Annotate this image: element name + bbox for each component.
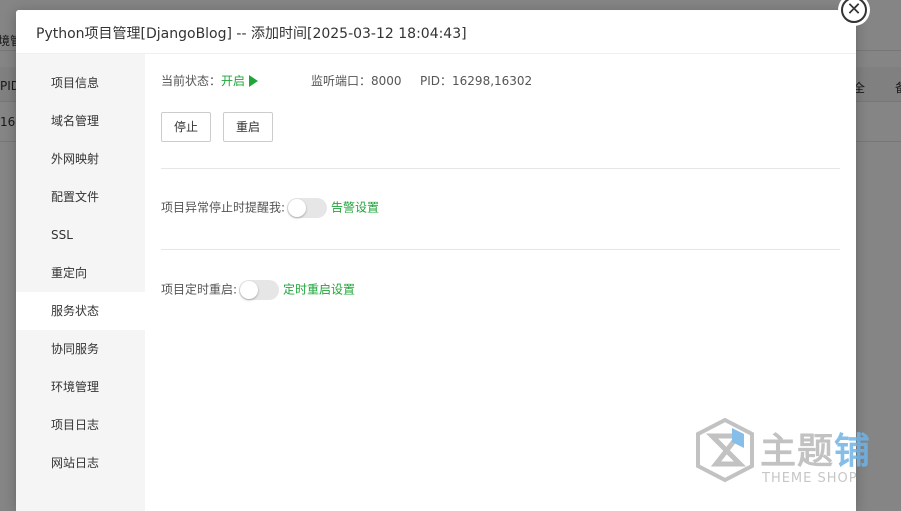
dialog-titlebar: Python项目管理[DjangoBlog] -- 添加时间[2025-03-1… (16, 10, 856, 54)
alert-settings-link[interactable]: 告警设置 (331, 201, 379, 215)
watermark-cn-blue: 铺 (834, 431, 872, 472)
sidebar-item-redirect[interactable]: 重定向 (16, 254, 145, 292)
status-label: 当前状态： (161, 74, 222, 88)
status-value: 开启 (221, 74, 246, 88)
schedule-row: 项目定时重启: 定时重启设置 (161, 280, 355, 300)
status-row: 当前状态：开启 (161, 72, 259, 89)
restart-button[interactable]: 重启 (223, 112, 273, 142)
sidebar-item-service-status[interactable]: 服务状态 (16, 292, 145, 330)
sidebar-item-external-mapping[interactable]: 外网映射 (16, 140, 145, 178)
pid-row: PID：16298,16302 (420, 72, 532, 89)
watermark-cn-gray: 主题 (760, 431, 835, 472)
section-divider (161, 249, 840, 250)
play-icon (249, 75, 259, 87)
alert-toggle[interactable] (287, 198, 328, 218)
schedule-settings-link[interactable]: 定时重启设置 (283, 283, 355, 297)
dialog-sidebar: 项目信息 域名管理 外网映射 配置文件 SSL 重定向 服务状态 协同服务 环境… (16, 54, 145, 511)
pid-value: 16298,16302 (452, 74, 533, 88)
sidebar-item-project-log[interactable]: 项目日志 (16, 406, 145, 444)
sidebar-item-ssl[interactable]: SSL (16, 216, 145, 254)
schedule-restart-toggle[interactable] (239, 280, 280, 300)
sidebar-item-collab-service[interactable]: 协同服务 (16, 330, 145, 368)
watermark: 主题铺 THEME SHOP (694, 418, 884, 488)
toggle-knob (240, 281, 259, 299)
watermark-logo-icon (696, 418, 754, 483)
port-value: 8000 (371, 74, 402, 88)
watermark-brand-en: THEME SHOP (762, 471, 858, 486)
watermark-brand-cn: 主题铺 (760, 422, 871, 474)
sidebar-item-project-info[interactable]: 项目信息 (16, 64, 145, 102)
sidebar-item-config-file[interactable]: 配置文件 (16, 178, 145, 216)
port-row: 监听端口：8000 (311, 72, 402, 89)
stop-button[interactable]: 停止 (161, 112, 211, 142)
alert-row: 项目异常停止时提醒我: 告警设置 (161, 198, 379, 218)
sidebar-item-domain[interactable]: 域名管理 (16, 102, 145, 140)
port-label: 监听端口： (311, 74, 372, 88)
toggle-knob (288, 199, 307, 217)
dialog-title: Python项目管理[DjangoBlog] -- 添加时间[2025-03-1… (36, 26, 467, 42)
alert-label: 项目异常停止时提醒我: (161, 200, 286, 215)
section-divider (161, 168, 840, 169)
pid-label: PID： (420, 74, 453, 88)
sidebar-item-site-log[interactable]: 网站日志 (16, 444, 145, 482)
schedule-label: 项目定时重启: (161, 282, 238, 297)
sidebar-item-env-manage[interactable]: 环境管理 (16, 368, 145, 406)
